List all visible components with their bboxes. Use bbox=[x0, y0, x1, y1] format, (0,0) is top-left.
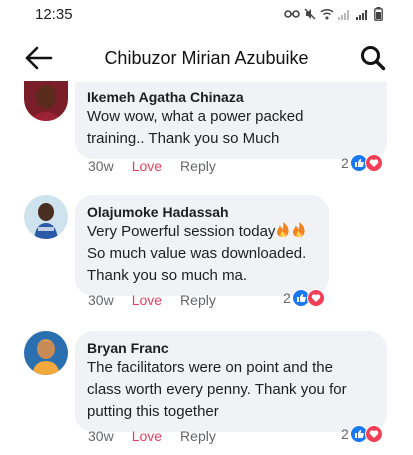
status-icons bbox=[284, 6, 383, 22]
reply-button[interactable]: Reply bbox=[180, 292, 216, 308]
comment-text-line: So much value was downloaded. bbox=[87, 245, 307, 262]
comment-author[interactable]: Ikemeh Agatha Chinaza bbox=[87, 88, 375, 106]
heart-reaction-icon bbox=[364, 425, 383, 443]
wifi-icon bbox=[320, 8, 334, 20]
avatar[interactable] bbox=[24, 81, 68, 121]
comment-text-line: training.. Thank you so Much bbox=[87, 130, 280, 147]
comment-text-line: class worth every penny. Thank you for bbox=[87, 381, 347, 398]
comment-bubble[interactable]: Ikemeh Agatha Chinaza Wow wow, what a po… bbox=[75, 82, 387, 159]
comment-age: 30w bbox=[88, 292, 114, 308]
comment-author[interactable]: Olajumoke Hadassah bbox=[87, 203, 317, 221]
comment-age: 30w bbox=[88, 428, 114, 444]
signal-icon bbox=[338, 10, 349, 20]
reaction-count: 2 bbox=[341, 426, 349, 442]
avatar[interactable] bbox=[24, 195, 68, 239]
comment-age: 30w bbox=[88, 158, 114, 174]
avatar[interactable] bbox=[24, 331, 68, 375]
link-icon bbox=[284, 10, 300, 18]
search-button[interactable] bbox=[359, 44, 387, 72]
reply-button[interactable]: Reply bbox=[180, 158, 216, 174]
page-title: Chibuzor Mirian Azubuike bbox=[104, 48, 309, 68]
battery-icon bbox=[374, 7, 383, 21]
comment-text-line: Wow wow, what a power packed bbox=[87, 108, 304, 125]
status-bar: 12:35 bbox=[0, 0, 413, 30]
love-button[interactable]: Love bbox=[132, 292, 162, 308]
comment-bubble[interactable]: Bryan Franc The facilitators were on poi… bbox=[75, 331, 387, 432]
heart-reaction-icon bbox=[306, 289, 325, 307]
reaction-summary[interactable]: 2 bbox=[341, 154, 383, 172]
status-time: 12:35 bbox=[35, 6, 73, 23]
comment-actions: 30w Love Reply bbox=[88, 428, 216, 444]
reply-button[interactable]: Reply bbox=[180, 428, 216, 444]
reaction-summary[interactable]: 2 bbox=[283, 289, 325, 307]
love-button[interactable]: Love bbox=[132, 158, 162, 174]
comment-text-line: The facilitators were on point and the bbox=[87, 359, 333, 376]
reaction-summary[interactable]: 2 bbox=[341, 425, 383, 443]
comment-text-line: putting this together bbox=[87, 403, 219, 420]
comment-actions: 30w Love Reply bbox=[88, 158, 216, 174]
reaction-count: 2 bbox=[341, 155, 349, 171]
header: Chibuzor Mirian Azubuike bbox=[0, 36, 413, 80]
comment-text-line: Very Powerful session today bbox=[87, 221, 317, 243]
fire-emoji-icon bbox=[277, 222, 306, 237]
signal-icon-2 bbox=[356, 10, 367, 20]
heart-reaction-icon bbox=[364, 154, 383, 172]
mute-icon bbox=[304, 8, 316, 20]
comment-actions: 30w Love Reply bbox=[88, 292, 216, 308]
comment-author[interactable]: Bryan Franc bbox=[87, 339, 375, 357]
comment-bubble[interactable]: Olajumoke Hadassah Very Powerful session… bbox=[75, 195, 329, 296]
reaction-count: 2 bbox=[283, 290, 291, 306]
comment-text-line: Thank you so much ma. bbox=[87, 267, 248, 284]
search-icon bbox=[361, 46, 386, 71]
love-button[interactable]: Love bbox=[132, 428, 162, 444]
